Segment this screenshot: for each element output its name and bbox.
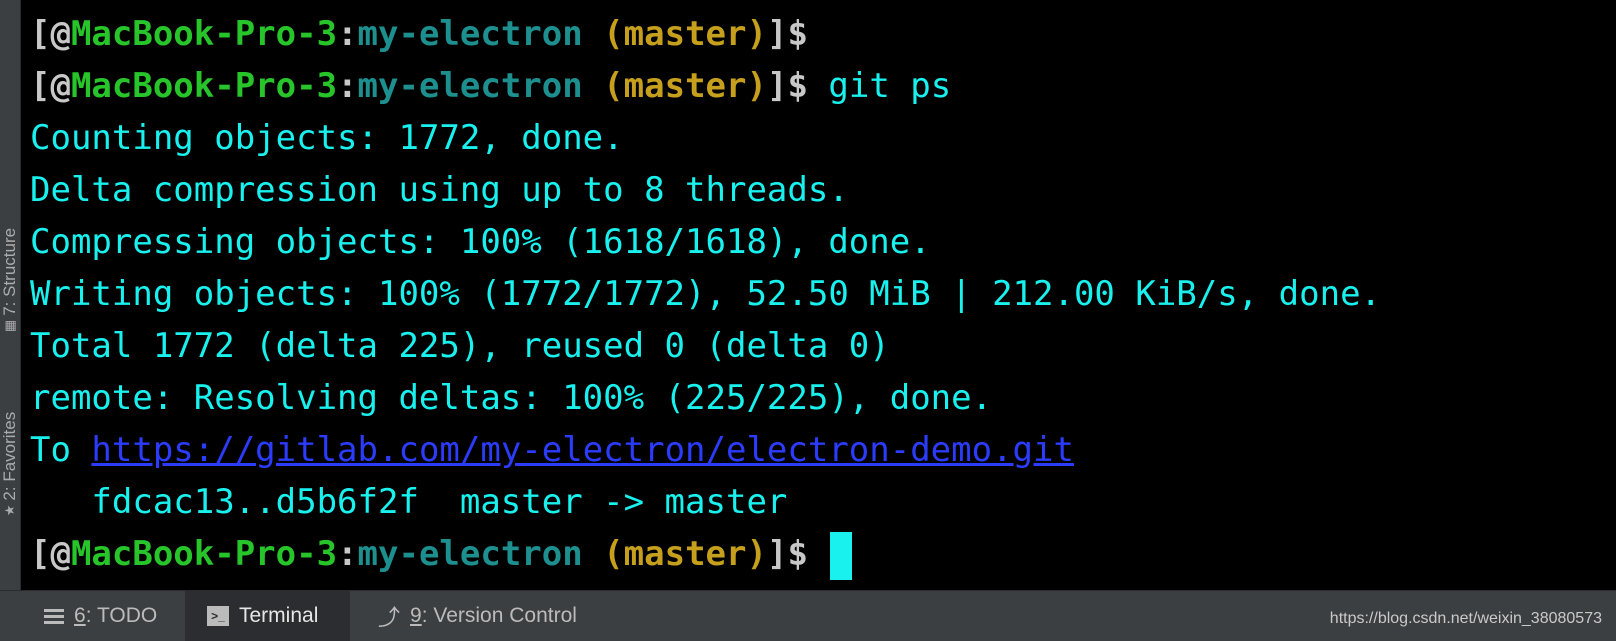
star-icon: ★ [2,504,17,517]
prompt-dir: my-electron [357,14,583,54]
tab-todo-number: 6 [74,604,86,627]
output-line: Writing objects: 100% (1772/1772), 52.50… [30,274,1382,314]
push-target-line: To https://gitlab.com/my-electron/electr… [30,424,1616,476]
prompt-branch: (master) [603,14,767,54]
tab-vcs-number: 9 [410,604,422,627]
tab-version-control[interactable]: ⤴ 9: Version Control [378,591,577,641]
version-control-icon: ⤴ [378,605,401,630]
tab-terminal-label: Terminal [239,604,319,627]
prompt-branch: (master) [603,534,767,574]
prompt-user: [@ [30,66,71,106]
prompt-host: MacBook-Pro-3 [70,534,338,574]
prompt-host: MacBook-Pro-3 [70,14,338,54]
prompt-host: MacBook-Pro-3 [70,66,338,106]
tab-vcs-text: 9: Version Control [410,604,577,628]
terminal-output[interactable]: [@MacBook-Pro-3:my-electron (master)]$ [… [30,8,1616,588]
typed-command: git ps [828,66,952,106]
prompt-colon: : [337,14,358,54]
structure-tool-tab[interactable]: ▦ 7: Structure [0,227,20,333]
output-line: Counting objects: 1772, done. [30,118,624,158]
prompt-user: [@ [30,534,71,574]
watermark-url: https://blog.csdn.net/weixin_38080573 [1329,610,1602,627]
favorites-tool-tab[interactable]: ★ 2: Favorites [0,411,20,517]
output-line: Delta compression using up to 8 threads. [30,170,849,210]
prompt-dir: my-electron [357,66,583,106]
terminal-icon: >_ [207,606,229,626]
structure-tab-label: 7: Structure [0,227,19,316]
left-tool-strip: ▦ 7: Structure ★ 2: Favorites [0,0,21,590]
output-line: Total 1772 (delta 225), reused 0 (delta … [30,326,890,366]
structure-icon: ▦ [2,319,17,333]
ref-update-line: fdcac13..d5b6f2f master -> master [30,482,788,522]
tab-terminal[interactable]: >_ Terminal [185,591,350,641]
tab-vcs-label: : Version Control [421,604,577,627]
prompt-end: ]$ [766,14,808,54]
prompt-dir: my-electron [357,534,583,574]
prompt-line-3: [@MacBook-Pro-3:my-electron (master)]$ [30,528,1616,580]
prompt-line-2: [@MacBook-Pro-3:my-electron (master)]$ g… [30,60,1616,112]
prompt-colon: : [337,534,358,574]
prompt-colon: : [337,66,358,106]
tab-todo-label: : TODO [85,604,158,627]
prompt-end: ]$ [766,66,808,106]
list-icon [44,608,64,624]
prompt-user: [@ [30,14,71,54]
output-line: Compressing objects: 100% (1618/1618), d… [30,222,931,262]
prompt-branch: (master) [603,66,767,106]
remote-url-link[interactable]: https://gitlab.com/my-electron/electron-… [91,430,1074,470]
tab-todo[interactable]: 6: TODO [44,591,157,641]
prompt-line-1: [@MacBook-Pro-3:my-electron (master)]$ [30,8,1616,60]
prompt-end: ]$ [766,534,808,574]
to-prefix: To [30,430,92,470]
tab-todo-text: 6: TODO [74,604,157,628]
favorites-tab-label: 2: Favorites [0,411,19,501]
terminal-cursor[interactable] [830,531,853,580]
output-line: remote: Resolving deltas: 100% (225/225)… [30,378,993,418]
